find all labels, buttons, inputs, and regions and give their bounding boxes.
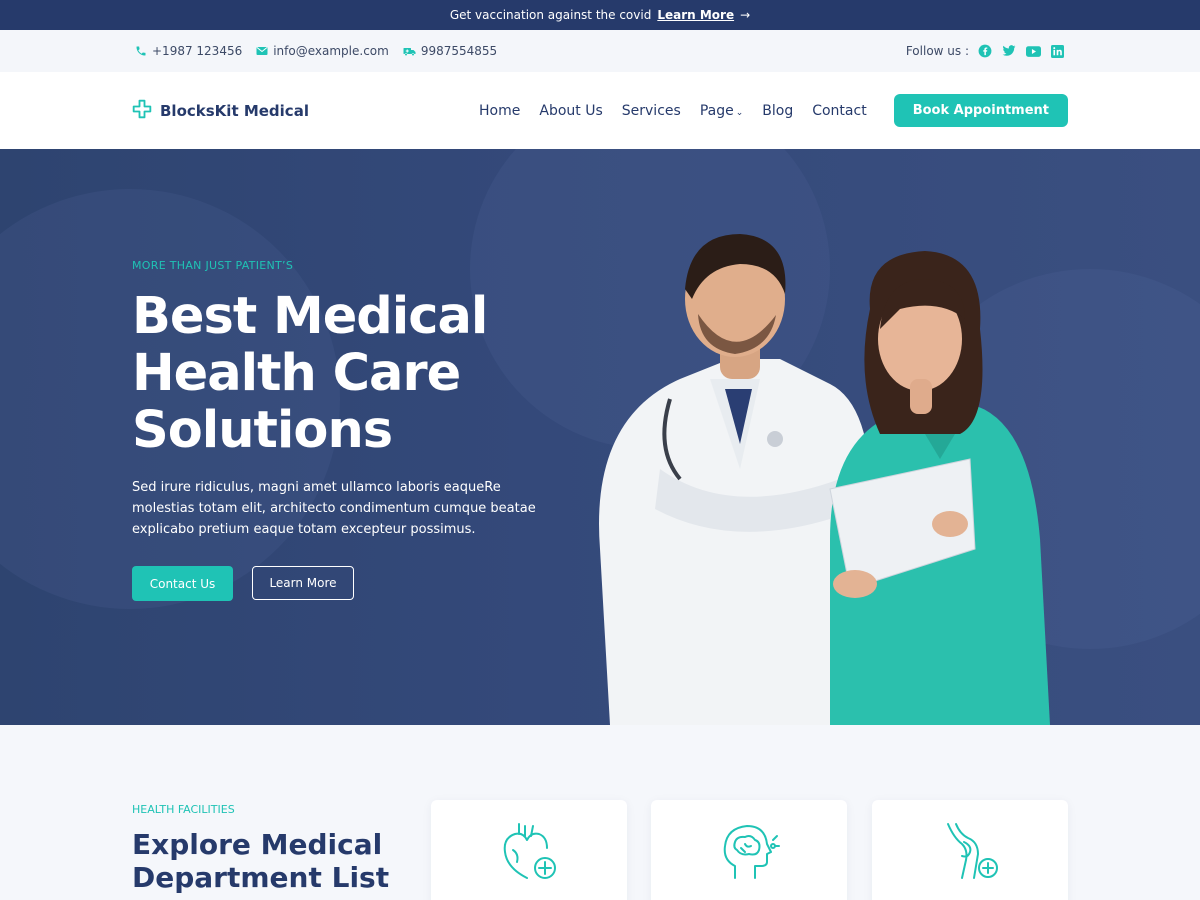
heart-icon xyxy=(497,820,561,900)
department-card-neurology[interactable] xyxy=(651,800,847,900)
contact-bar: +1987 123456 info@example.com 9987554855… xyxy=(0,30,1200,72)
hero-title: Best Medical Health Care Solutions xyxy=(132,288,562,459)
brain-icon xyxy=(717,820,781,900)
phone-icon xyxy=(135,45,147,57)
announcement-bar: Get vaccination against the covid Learn … xyxy=(0,0,1200,30)
hero-title-line: Best Medical xyxy=(132,287,488,346)
hero-section: MORE THAN JUST PATIENT’S Best Medical He… xyxy=(0,149,1200,725)
arrow-right-icon: → xyxy=(740,8,751,22)
contact-us-button[interactable]: Contact Us xyxy=(132,566,233,601)
learn-more-button[interactable]: Learn More xyxy=(252,566,354,600)
nav-item-contact[interactable]: Contact xyxy=(812,103,866,119)
contact-phone-text: +1987 123456 xyxy=(152,44,243,58)
hero-title-line: Solutions xyxy=(132,401,393,460)
chevron-down-icon: ⌄ xyxy=(735,107,744,118)
facilities-title: Explore Medical Department List xyxy=(132,828,432,894)
twitter-icon[interactable] xyxy=(1001,43,1017,59)
nav-item-page[interactable]: Page ⌄ xyxy=(700,103,743,119)
contact-phone[interactable]: +1987 123456 xyxy=(135,44,242,58)
announcement-learn-more-link[interactable]: Learn More xyxy=(657,8,734,22)
bone-joint-icon xyxy=(938,820,1002,900)
linkedin-icon[interactable] xyxy=(1049,43,1065,59)
facebook-icon[interactable] xyxy=(977,43,993,59)
hero-text: MORE THAN JUST PATIENT’S Best Medical He… xyxy=(132,259,562,601)
announcement-text: Get vaccination against the covid xyxy=(449,8,652,22)
book-appointment-button[interactable]: Book Appointment xyxy=(893,94,1068,127)
nav-item-page-label: Page xyxy=(699,102,734,119)
main-navbar: BlocksKit Medical Home About Us Services… xyxy=(0,72,1200,149)
hero-eyebrow: MORE THAN JUST PATIENT’S xyxy=(132,259,294,272)
nav-menu: Home About Us Services Page ⌄ Blog Contac… xyxy=(479,94,1068,127)
nav-item-home[interactable]: Home xyxy=(479,103,520,119)
nav-item-about[interactable]: About Us xyxy=(539,103,602,119)
contact-mobile-text: 9987554855 xyxy=(420,44,498,58)
ambulance-icon xyxy=(403,46,416,57)
hero-title-line: Health Care xyxy=(132,344,461,403)
mail-icon xyxy=(256,46,268,56)
facilities-title-line: Explore Medical xyxy=(132,828,383,861)
brand[interactable]: BlocksKit Medical xyxy=(132,99,309,123)
nav-item-services[interactable]: Services xyxy=(622,103,681,119)
contact-email-text: info@example.com xyxy=(273,44,389,58)
nav-item-blog[interactable]: Blog xyxy=(762,103,793,119)
brand-name: BlocksKit Medical xyxy=(160,101,309,120)
contact-email[interactable]: info@example.com xyxy=(256,44,389,58)
youtube-icon[interactable] xyxy=(1025,43,1041,59)
hero-description: Sed irure ridiculus, magni amet ullamco … xyxy=(132,480,536,537)
health-facilities-section: HEALTH FACILITIES Explore Medical Depart… xyxy=(0,725,1200,900)
department-card-cardiology[interactable] xyxy=(431,800,627,900)
department-card-orthopedics[interactable] xyxy=(872,800,1068,900)
facilities-title-line: Department List xyxy=(132,861,390,894)
doctor-and-nurse-image xyxy=(599,234,1050,725)
medical-cross-logo-icon xyxy=(132,99,152,123)
follow-label: Follow us : xyxy=(905,44,969,58)
facilities-eyebrow: HEALTH FACILITIES xyxy=(132,803,235,816)
contact-mobile[interactable]: 9987554855 xyxy=(403,44,497,58)
